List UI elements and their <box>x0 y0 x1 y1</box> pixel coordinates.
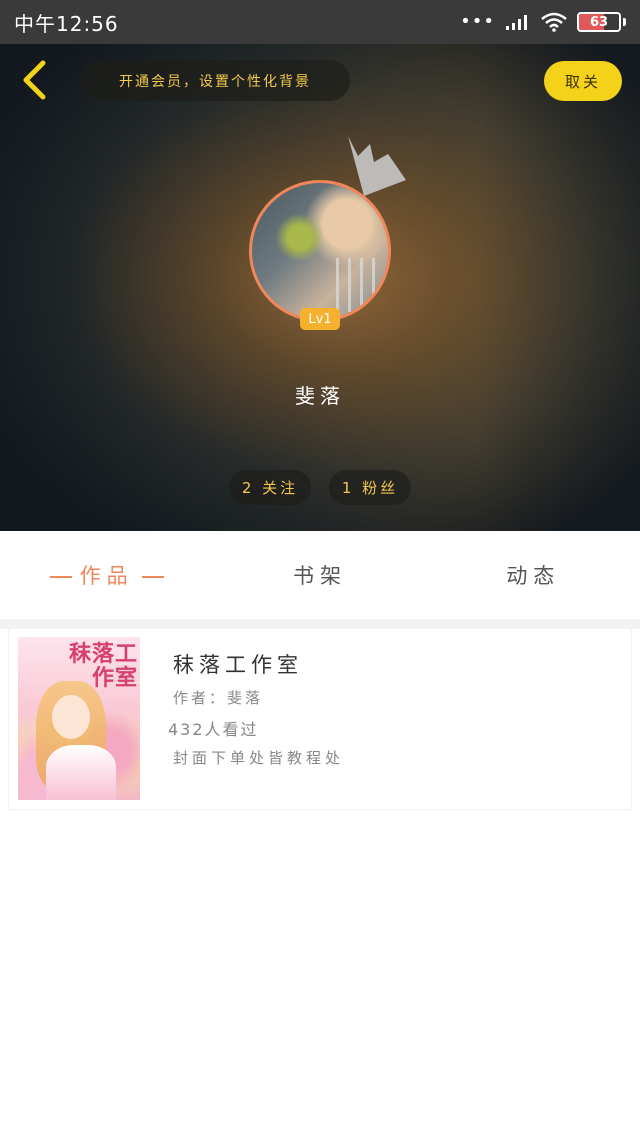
book-cover[interactable]: 秣落工作室 <box>18 637 140 800</box>
status-time: 中午12:56 <box>14 11 119 36</box>
avatar-photo-detail <box>336 257 378 313</box>
wifi-icon <box>541 12 567 32</box>
level-badge: Lv1 <box>300 308 340 330</box>
tab-activity[interactable]: 动态 <box>427 560 640 590</box>
username: 斐落 <box>295 384 345 408</box>
unfollow-button[interactable]: 取关 <box>544 61 622 101</box>
tab-bar: 作品 书架 动态 <box>0 531 640 619</box>
tab-dash-right <box>141 576 164 578</box>
book-author: 作者：斐落 <box>173 689 264 707</box>
section-divider <box>0 619 640 629</box>
cover-art-dress <box>46 745 116 800</box>
book-views: 432人看过 <box>168 720 259 739</box>
status-icons: ••• 63 <box>460 12 626 32</box>
tab-works[interactable]: 作品 <box>0 560 213 590</box>
avatar[interactable] <box>249 180 391 322</box>
book-description: 封面下单处皆教程处 <box>173 749 345 767</box>
status-bar: 中午12:56 ••• 63 <box>0 0 640 44</box>
profile-header: 开通会员，设置个性化背景 取关 Lv1 斐落 2 关注 1 粉丝 <box>0 44 640 531</box>
book-card[interactable]: 秣落工作室 秣落工作室 作者：斐落 432人看过 封面下单处皆教程处 <box>9 629 631 809</box>
cover-art-face <box>52 695 90 739</box>
vip-banner[interactable]: 开通会员，设置个性化背景 <box>80 60 350 101</box>
battery-icon: 63 <box>577 12 621 32</box>
followers-count[interactable]: 1 粉丝 <box>329 470 411 505</box>
tab-activity-label: 动态 <box>506 564 561 588</box>
tab-dash-left <box>49 576 72 578</box>
book-title: 秣落工作室 <box>173 653 303 677</box>
tab-bookshelf[interactable]: 书架 <box>213 560 426 590</box>
signal-dots: ••• <box>460 11 495 32</box>
battery-cap <box>623 18 626 26</box>
back-button[interactable] <box>14 58 54 102</box>
tab-bookshelf-label: 书架 <box>292 564 347 588</box>
tab-works-label: 作品 <box>79 564 134 588</box>
cover-title: 秣落工作室 <box>68 642 138 691</box>
signal-icon <box>506 15 527 30</box>
chevron-left-icon <box>23 60 46 100</box>
battery-level: 63 <box>589 14 609 30</box>
following-count[interactable]: 2 关注 <box>229 470 311 505</box>
